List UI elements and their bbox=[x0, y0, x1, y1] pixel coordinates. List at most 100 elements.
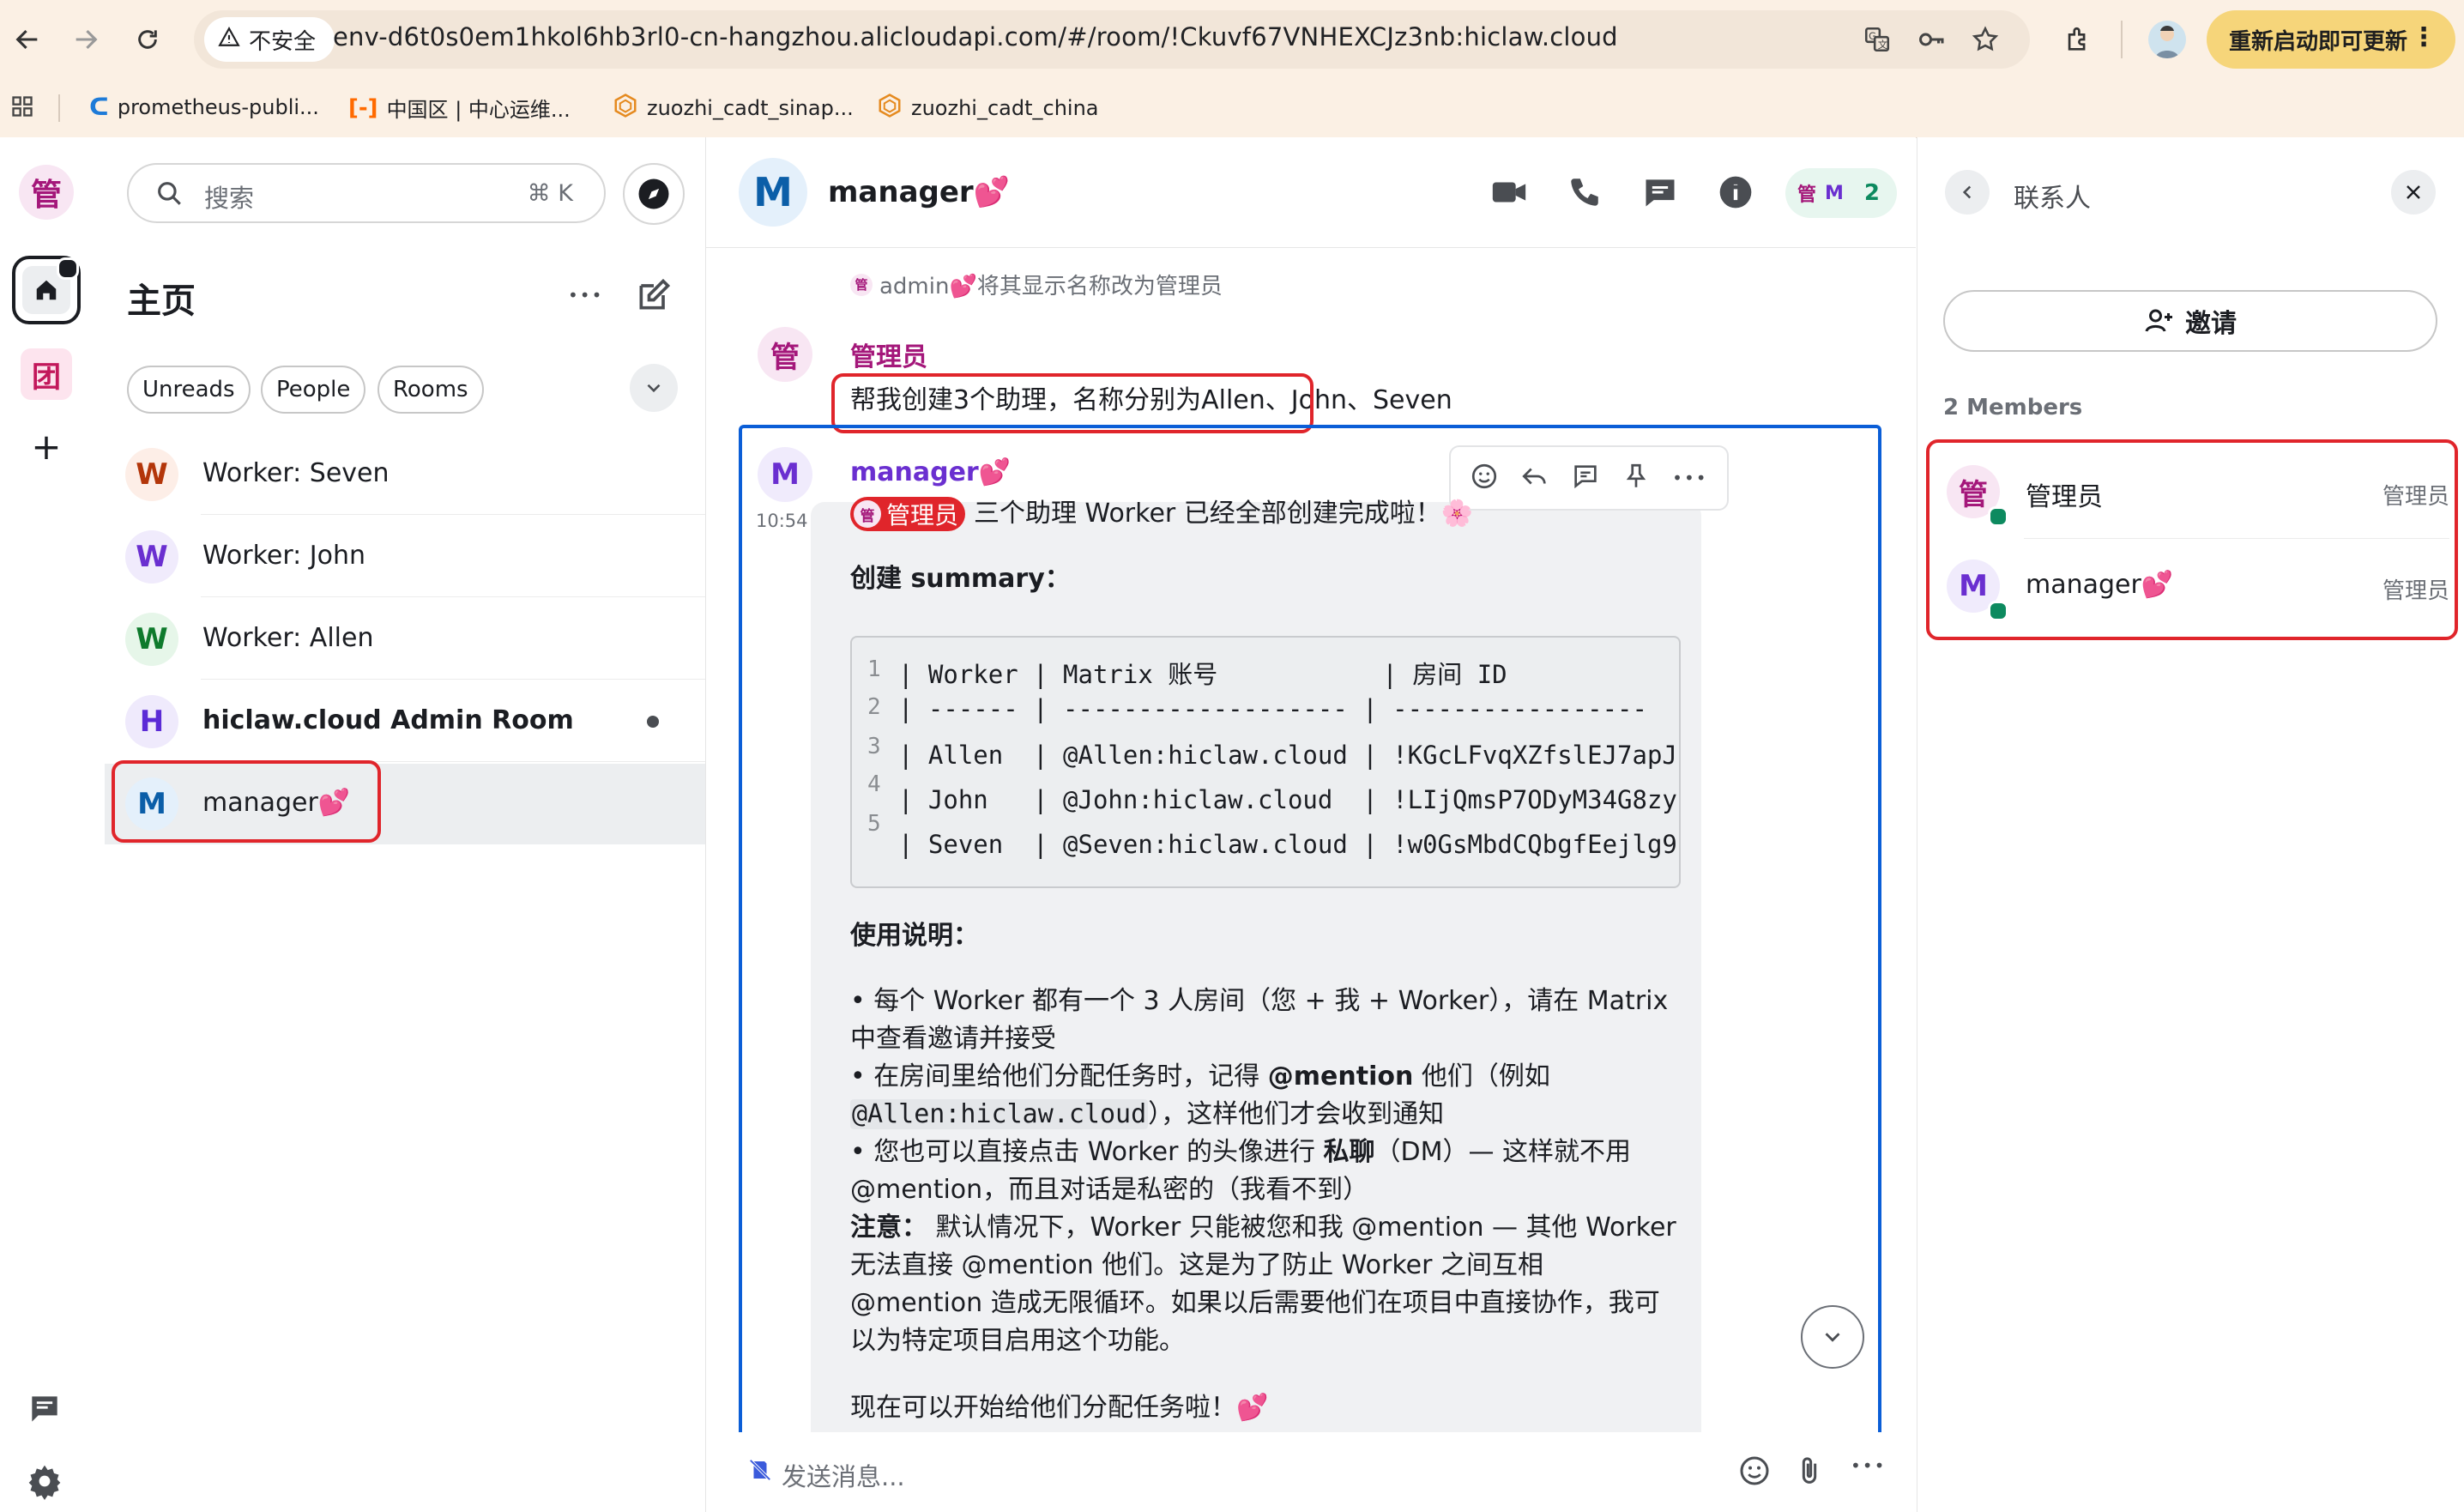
svg-text:G: G bbox=[1869, 30, 1876, 42]
compose-button[interactable] bbox=[635, 276, 673, 318]
bullet-text: • 您也可以直接点击 Worker 的头像进行 bbox=[850, 1137, 1324, 1167]
bookmark-china-region[interactable]: [-] 中国区 | 中心运维... bbox=[348, 93, 571, 123]
jump-to-bottom-button[interactable] bbox=[1801, 1305, 1864, 1369]
message-intro-line: 管 管理员 三个助理 Worker 已经全部创建完成啦！🌸 bbox=[850, 495, 1473, 533]
compose-icon bbox=[639, 278, 671, 310]
room-list-item[interactable]: W Worker: Seven bbox=[105, 434, 705, 515]
filter-rooms[interactable]: Rooms bbox=[377, 366, 484, 414]
state-event-avatar: 管 bbox=[850, 273, 873, 296]
profile-avatar[interactable] bbox=[2148, 21, 2186, 58]
room-name[interactable]: manager💕 bbox=[828, 175, 1010, 209]
message-timestamp: 10:54 bbox=[756, 511, 808, 531]
filter-label: People bbox=[276, 377, 351, 402]
code-line: | Seven | @Seven:hiclaw.cloud | !w0GsMbd… bbox=[898, 830, 1677, 859]
room-name: Worker: Seven bbox=[202, 458, 390, 488]
back-arrow-icon[interactable] bbox=[9, 21, 46, 58]
member-facepile[interactable]: 管 M 2 bbox=[1785, 168, 1897, 218]
member-name: 管理员 bbox=[2026, 475, 2103, 513]
room-avatar[interactable]: M bbox=[739, 158, 807, 227]
room-list-item[interactable]: Hhiclaw.cloud Admin Room bbox=[105, 681, 705, 762]
right-panel: 联系人 邀请 2 Members 管管理员 管理员 Mmanager💕 管理员 bbox=[1917, 137, 2464, 1512]
mention-pill[interactable]: 管 管理员 bbox=[850, 497, 966, 531]
filter-expand-button[interactable] bbox=[630, 364, 678, 412]
room-name: Worker: John bbox=[202, 541, 365, 571]
room-avatar: W bbox=[125, 448, 178, 501]
emoji-picker-icon[interactable] bbox=[1737, 1454, 1772, 1491]
bullet-dm: • 您也可以直接点击 Worker 的头像进行 私聊（DM）— 这样就不用@me… bbox=[850, 1134, 1681, 1209]
bookmark-label: zuozhi_cadt_sinap... bbox=[647, 96, 854, 120]
search-input[interactable]: 搜索 ⌘ K bbox=[127, 163, 606, 223]
room-avatar: H bbox=[125, 695, 178, 748]
bookmark-cadt-china[interactable]: zuozhi_cadt_china bbox=[877, 93, 1099, 124]
threads-icon[interactable] bbox=[26, 1390, 63, 1431]
settings-gear-icon[interactable] bbox=[26, 1462, 63, 1503]
room-name-text: manager bbox=[202, 788, 318, 818]
member-role: 管理员 bbox=[2382, 578, 2449, 604]
threads-icon[interactable] bbox=[1640, 172, 1681, 213]
composer-input[interactable]: 发送消息... bbox=[782, 1457, 905, 1493]
invite-button[interactable]: 邀请 bbox=[1943, 290, 2437, 352]
address-bar[interactable]: 不安全 env-d6t0s0em1hkol6hb3rl0-cn-hangzhou… bbox=[194, 10, 2030, 69]
space-team[interactable]: 团 bbox=[21, 348, 72, 400]
sender-name[interactable]: 管理员 bbox=[850, 336, 927, 373]
extensions-icon[interactable] bbox=[2059, 21, 2097, 58]
member-count: 2 bbox=[1863, 180, 1881, 206]
room-list-item[interactable]: Mmanager💕 bbox=[105, 764, 705, 844]
alicloud-icon: [-] bbox=[348, 94, 378, 121]
member-item[interactable]: Mmanager💕 管理员 bbox=[1930, 539, 2449, 633]
home-space-button[interactable] bbox=[12, 256, 81, 324]
security-indicator[interactable]: 不安全 bbox=[204, 17, 335, 62]
key-icon[interactable] bbox=[1917, 24, 1948, 55]
sender-avatar[interactable]: M bbox=[758, 447, 812, 502]
forward-arrow-icon[interactable] bbox=[67, 21, 105, 58]
back-button[interactable] bbox=[1945, 170, 1990, 215]
bullet-bold: 私聊 bbox=[1323, 1137, 1375, 1167]
more-horizontal-icon: ••• bbox=[568, 285, 604, 305]
room-name: Worker: Allen bbox=[202, 623, 373, 653]
reply-icon[interactable] bbox=[1520, 462, 1549, 494]
more-options-icon[interactable]: ••• bbox=[1672, 468, 1707, 488]
create-space-button[interactable]: + bbox=[26, 426, 67, 468]
code-line-number: 2 bbox=[867, 694, 881, 720]
bookmark-star-icon[interactable] bbox=[1970, 24, 2001, 55]
voice-call-icon[interactable] bbox=[1564, 172, 1605, 213]
filter-unreads[interactable]: Unreads bbox=[127, 366, 251, 414]
sender-avatar[interactable]: 管 bbox=[758, 327, 812, 382]
chevron-down-icon bbox=[647, 384, 661, 393]
space-rail: 管 团 + bbox=[0, 137, 106, 1512]
room-list-item[interactable]: W Worker: Allen bbox=[105, 599, 705, 680]
video-call-icon[interactable] bbox=[1489, 172, 1530, 213]
page-title: 主页 bbox=[127, 281, 196, 321]
room-avatar: W bbox=[125, 530, 178, 584]
filter-people[interactable]: People bbox=[261, 366, 366, 414]
code-line: | Worker | Matrix 账号 | 房间 ID bbox=[898, 660, 1507, 689]
room-info-icon[interactable] bbox=[1715, 172, 1756, 213]
presence-online-dot bbox=[1988, 601, 2008, 621]
translate-icon[interactable]: G文 bbox=[1862, 24, 1893, 55]
pin-icon[interactable] bbox=[1622, 462, 1651, 494]
attachment-icon[interactable] bbox=[1792, 1454, 1827, 1491]
composer-more-icon[interactable]: ••• bbox=[1851, 1455, 1886, 1476]
sender-avatar-letter: M bbox=[770, 457, 800, 492]
room-options-button[interactable]: ••• bbox=[568, 285, 603, 305]
react-emoji-icon[interactable] bbox=[1470, 462, 1499, 494]
member-item[interactable]: 管管理员 管理员 bbox=[1930, 445, 2449, 539]
room-name: manager💕 bbox=[202, 788, 350, 818]
unencrypted-icon bbox=[747, 1457, 773, 1486]
room-list-item[interactable]: W Worker: John bbox=[105, 517, 705, 597]
url-text[interactable]: env-d6t0s0em1hkol6hb3rl0-cn-hangzhou.ali… bbox=[333, 22, 1618, 51]
reload-icon[interactable] bbox=[129, 21, 166, 58]
close-panel-button[interactable] bbox=[2391, 170, 2436, 215]
bookmark-prometheus[interactable]: ᑕ prometheus-publi... bbox=[89, 93, 319, 121]
bullet-text: 他们（例如 bbox=[1413, 1061, 1550, 1092]
explore-rooms-button[interactable] bbox=[623, 163, 685, 225]
sender-name[interactable]: manager💕 bbox=[850, 457, 1011, 487]
user-avatar[interactable]: 管 bbox=[19, 165, 74, 220]
message-composer: 发送消息... ••• bbox=[706, 1433, 1916, 1512]
thread-reply-icon[interactable] bbox=[1571, 462, 1600, 494]
apps-grid-icon[interactable] bbox=[10, 94, 34, 122]
cadt-icon bbox=[877, 93, 903, 124]
bookmark-cadt-sinap[interactable]: zuozhi_cadt_sinap... bbox=[613, 93, 854, 124]
restart-to-update-button[interactable]: 重新启动即可更新 ⋮ bbox=[2207, 10, 2455, 69]
notification-dot bbox=[57, 257, 79, 280]
